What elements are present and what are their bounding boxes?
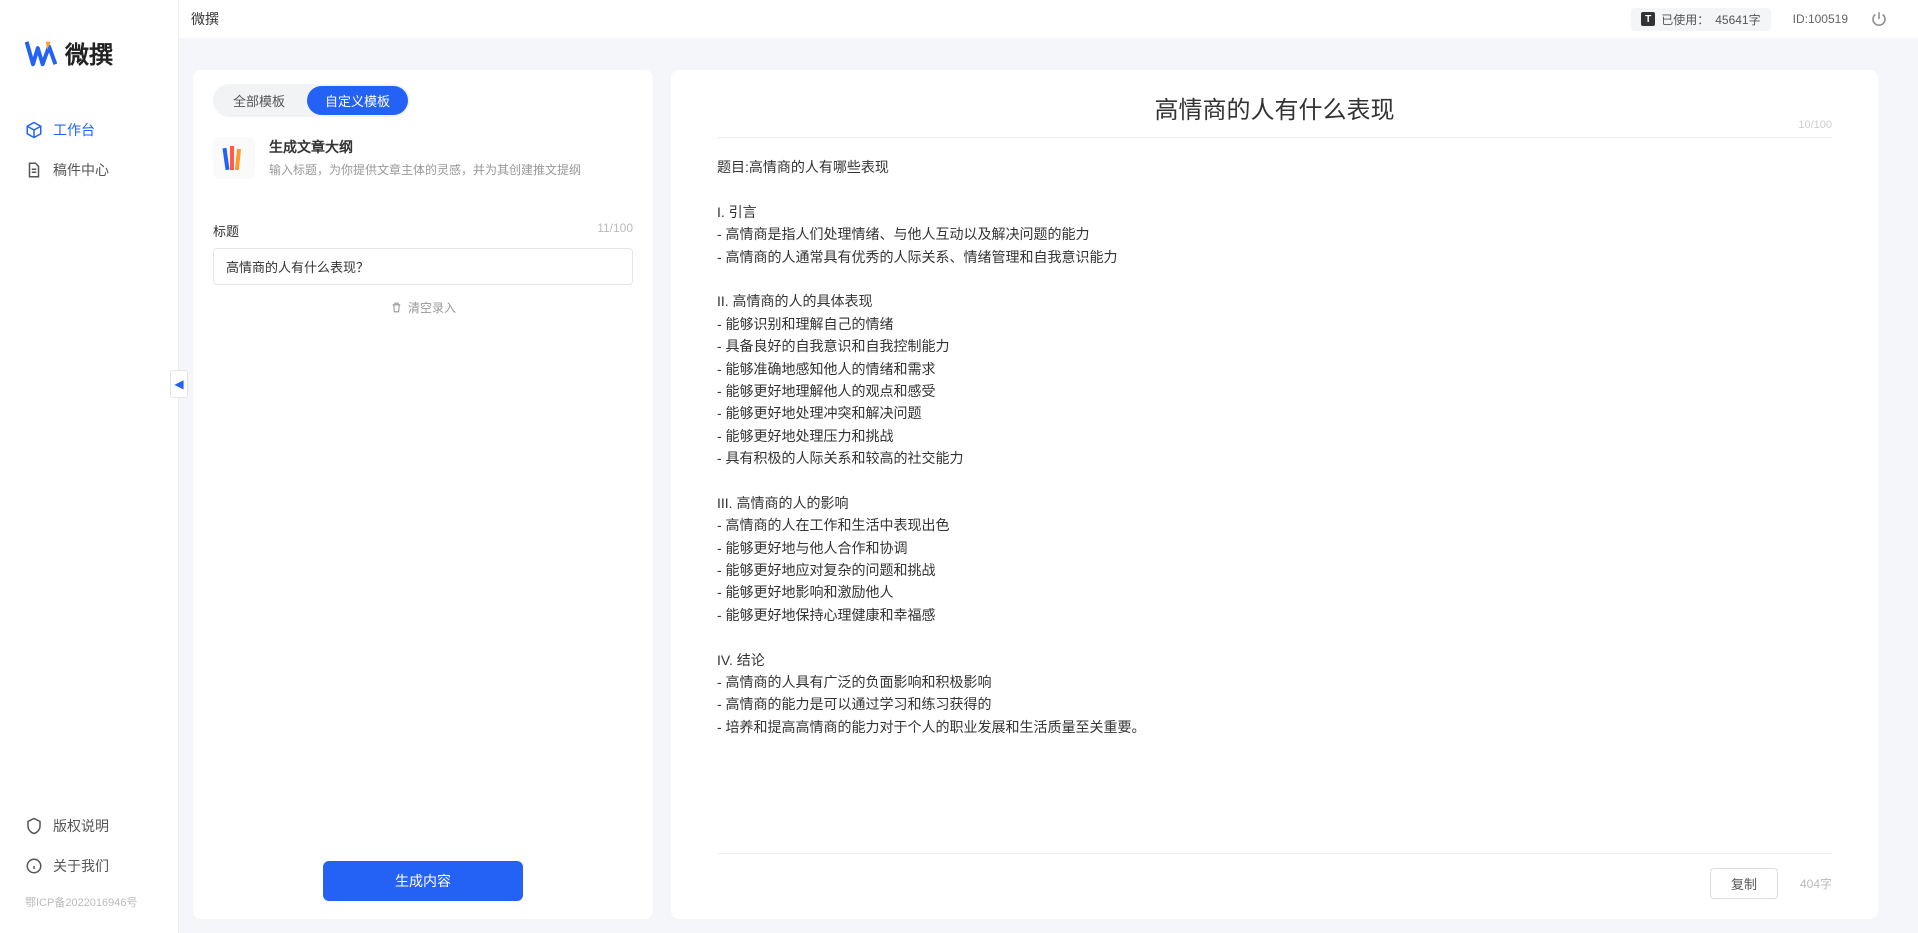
sidebar-bottom: 版权说明 关于我们 鄂ICP备2022016946号 xyxy=(0,806,178,918)
sidebar-item-label: 稿件中心 xyxy=(53,160,109,180)
title-input[interactable] xyxy=(213,248,633,285)
document-icon xyxy=(25,161,43,179)
generate-button[interactable]: 生成内容 xyxy=(323,861,523,901)
template-icon xyxy=(213,137,255,179)
template-card: 生成文章大纲 输入标题，为你提供文章主体的灵感，并为其创建推文提纲 xyxy=(213,117,633,195)
sidebar-item-copyright[interactable]: 版权说明 xyxy=(0,806,178,846)
title-char-count: 11/100 xyxy=(597,221,633,240)
info-icon xyxy=(25,857,43,875)
output-header: 高情商的人有什么表现 10/100 xyxy=(717,90,1832,138)
sidebar-collapse-handle[interactable]: ◀ xyxy=(170,370,188,398)
clear-label: 清空录入 xyxy=(408,299,456,316)
logo-icon xyxy=(25,38,57,68)
sidebar-item-drafts[interactable]: 稿件中心 xyxy=(0,150,178,190)
usage-label: 已使用： xyxy=(1661,11,1709,28)
app-logo: 微撰 xyxy=(0,15,178,100)
title-label: 标题 xyxy=(213,221,239,240)
topbar-right: T 已使用： 45641字 ID:100519 xyxy=(1631,8,1888,31)
sidebar-item-label: 工作台 xyxy=(53,120,95,140)
template-desc: 输入标题，为你提供文章主体的灵感，并为其创建推文提纲 xyxy=(269,161,581,178)
chevron-left-icon: ◀ xyxy=(174,377,183,391)
main: 微撰 T 已使用： 45641字 ID:100519 全部模板 自定义模板 xyxy=(179,0,1918,933)
output-word-count: 404字 xyxy=(1800,875,1832,892)
cube-icon xyxy=(25,121,43,139)
tab-custom-templates[interactable]: 自定义模板 xyxy=(307,86,408,115)
books-icon xyxy=(222,144,246,172)
usage-badge[interactable]: T 已使用： 45641字 xyxy=(1631,8,1770,31)
output-title: 高情商的人有什么表现 xyxy=(717,90,1832,125)
copy-button[interactable]: 复制 xyxy=(1710,868,1778,899)
template-tabs: 全部模板 自定义模板 xyxy=(213,84,410,117)
content: 全部模板 自定义模板 生成文章大纲 输入标题，为你提供文章主体的灵感，并为其创建… xyxy=(179,38,1918,933)
page-title: 微撰 xyxy=(191,9,219,29)
topbar: 微撰 T 已使用： 45641字 ID:100519 xyxy=(179,0,1918,38)
usage-value: 45641字 xyxy=(1715,11,1760,28)
shield-icon xyxy=(25,817,43,835)
logo-text: 微撰 xyxy=(65,35,113,70)
panel-right: 高情商的人有什么表现 10/100 题目:高情商的人有哪些表现 I. 引言 - … xyxy=(671,70,1878,919)
output-title-count: 10/100 xyxy=(1798,119,1832,131)
clear-input-button[interactable]: 清空录入 xyxy=(213,285,633,326)
icp-footnote: 鄂ICP备2022016946号 xyxy=(0,886,178,918)
sidebar-item-label: 关于我们 xyxy=(53,856,109,876)
user-id: ID:100519 xyxy=(1793,12,1848,26)
text-icon: T xyxy=(1641,12,1655,26)
trash-icon xyxy=(390,301,403,314)
tab-all-templates[interactable]: 全部模板 xyxy=(215,86,303,115)
sidebar-nav: 工作台 稿件中心 xyxy=(0,100,178,200)
sidebar-item-about[interactable]: 关于我们 xyxy=(0,846,178,886)
sidebar-item-workspace[interactable]: 工作台 xyxy=(0,110,178,150)
sidebar-item-label: 版权说明 xyxy=(53,816,109,836)
template-meta: 生成文章大纲 输入标题，为你提供文章主体的灵感，并为其创建推文提纲 xyxy=(269,137,581,179)
panel-left: 全部模板 自定义模板 生成文章大纲 输入标题，为你提供文章主体的灵感，并为其创建… xyxy=(193,70,653,919)
title-label-row: 标题 11/100 xyxy=(213,221,633,240)
form-section: 标题 11/100 清空录入 xyxy=(213,195,633,326)
sidebar: 微撰 工作台 稿件中心 版权说明 关于我们 鄂ICP备2022016946号 xyxy=(0,0,179,933)
template-name: 生成文章大纲 xyxy=(269,137,581,157)
output-body[interactable]: 题目:高情商的人有哪些表现 I. 引言 - 高情商是指人们处理情绪、与他人互动以… xyxy=(717,138,1832,853)
power-icon[interactable] xyxy=(1870,10,1888,28)
output-footer: 复制 404字 xyxy=(717,853,1832,899)
